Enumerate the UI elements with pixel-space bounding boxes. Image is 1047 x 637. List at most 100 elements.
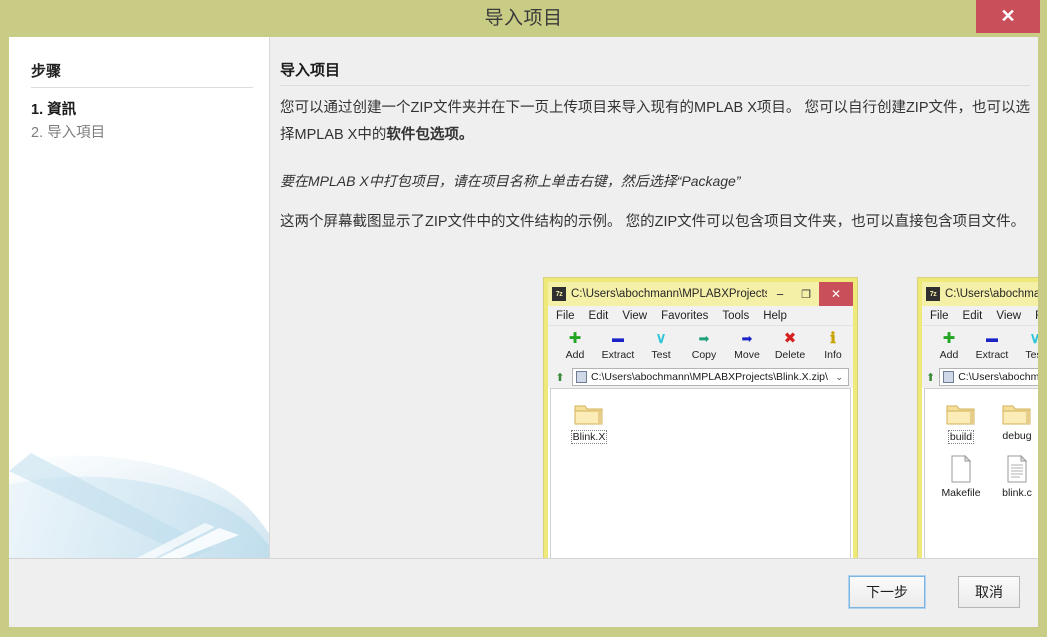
file-list-1[interactable]: Blink.X Window Snip <box>550 388 851 558</box>
chevron-down-icon[interactable]: ⌄ <box>835 372 845 383</box>
sevenzip-window-1: 7z C:\Users\abochmann\MPLABXProjects\...… <box>544 278 857 558</box>
menu-tools[interactable]: Tools <box>722 310 749 322</box>
folder-icon <box>1002 395 1032 427</box>
maximize-icon[interactable]: ❐ <box>793 282 819 306</box>
sevenz-file-icon <box>943 371 955 383</box>
address-input-2[interactable]: C:\Users\abochmann\MPLABXProjects\Blink.… <box>939 368 1038 386</box>
list-item[interactable]: debug <box>989 395 1038 444</box>
file-name: Makefile <box>941 487 981 499</box>
menu-edit[interactable]: Edit <box>589 310 609 322</box>
folder-icon <box>946 395 976 427</box>
sevenzip-window-2: 7z C:\Users\abochmann\MPLABXProjects\B..… <box>918 278 1038 558</box>
main-panel: 导入项目 您可以通过创建一个ZIP文件夹并在下一页上传项目来导入现有的MPLAB… <box>271 37 1038 558</box>
toolbar-test-label: Test <box>1025 349 1038 361</box>
toolbar-extract-label: Extract <box>601 349 635 361</box>
toolbar-move-button[interactable]: ➡ Move <box>728 328 766 362</box>
steps-sidebar: 步骤 1. 資訊 2. 导入項目 <box>9 37 270 558</box>
sidebar-step-2[interactable]: 2. 导入項目 <box>31 122 105 145</box>
sidebar-step-1[interactable]: 1. 資訊 <box>31 99 105 122</box>
steps-heading: 步骤 <box>31 63 62 80</box>
minimize-icon[interactable]: − <box>767 282 793 306</box>
blank-file-icon <box>948 452 974 484</box>
toolbar-info-button[interactable]: ℹ Info <box>814 328 852 362</box>
list-item[interactable]: blink.c <box>989 452 1038 499</box>
toolbar-copy-label: Copy <box>691 349 717 361</box>
dialog-content: 步骤 1. 資訊 2. 导入項目 导入项目 您可以通过创建一个ZIP文件夹并在下… <box>9 37 1038 627</box>
dialog-titlebar: 导入项目 ✕ <box>0 0 1047 37</box>
page-title: 导入项目 <box>280 62 341 79</box>
toolbar-delete-label: Delete <box>774 349 806 361</box>
sevenzip-menubar-1: File Edit View Favorites Tools Help <box>548 306 853 326</box>
address-input-1[interactable]: C:\Users\abochmann\MPLABXProjects\Blink.… <box>572 368 849 386</box>
toolbar-add-button[interactable]: ✚ Add <box>556 328 594 362</box>
menu-file[interactable]: File <box>930 310 949 322</box>
list-item[interactable]: Blink.X <box>559 395 619 444</box>
sevenzip-titlebar-1: 7z C:\Users\abochmann\MPLABXProjects\...… <box>548 282 853 306</box>
sevenzip-toolbar-2: ✚ Add ▬ Extract ∨ Test ➡ Copy <box>922 326 1038 366</box>
toolbar-copy-button[interactable]: ➡ Copy <box>685 328 723 362</box>
sevenzip-title-1: C:\Users\abochmann\MPLABXProjects\... <box>571 288 767 300</box>
toolbar-extract-button[interactable]: ▬ Extract <box>599 328 637 361</box>
file-list-2[interactable]: build debug Makefile blink.c <box>924 388 1038 558</box>
menu-help[interactable]: Help <box>763 310 787 322</box>
dialog-close-button[interactable]: ✕ <box>976 0 1040 33</box>
file-name: debug <box>1002 430 1032 442</box>
chevron-down-icon: ∨ <box>1029 329 1039 347</box>
toolbar-delete-button[interactable]: ✖ Delete <box>771 328 809 362</box>
toolbar-test-button[interactable]: ∨ Test <box>1016 328 1039 362</box>
sevenzip-titlebar-2: 7z C:\Users\abochmann\MPLABXProjects\B..… <box>922 282 1038 306</box>
menu-favorites[interactable]: Favorites <box>661 310 708 322</box>
toolbar-add-label: Add <box>565 349 585 361</box>
icon-grid-2: build debug Makefile blink.c <box>925 389 1038 507</box>
menu-view[interactable]: View <box>996 310 1021 322</box>
text-file-icon <box>1004 452 1030 484</box>
toolbar-add-button[interactable]: ✚ Add <box>930 328 968 362</box>
close-icon[interactable]: ✕ <box>819 282 853 306</box>
cancel-button[interactable]: 取消 <box>958 576 1020 608</box>
next-button[interactable]: 下一步 <box>849 576 925 608</box>
up-folder-icon[interactable]: ⬆ <box>552 369 568 385</box>
sevenzip-app-icon: 7z <box>926 287 940 301</box>
sevenzip-addressbar-2: ⬆ C:\Users\abochmann\MPLABXProjects\Blin… <box>922 366 1038 388</box>
address-text-2: C:\Users\abochmann\MPLABXProjects\Blink.… <box>958 371 1038 383</box>
sevenzip-addressbar-1: ⬆ C:\Users\abochmann\MPLABXProjects\Blin… <box>548 366 853 388</box>
icon-grid-1: Blink.X <box>551 389 850 452</box>
x-mark-icon: ✖ <box>783 329 797 347</box>
chevron-down-icon: ∨ <box>655 329 667 347</box>
folder-icon <box>574 395 604 427</box>
decorative-wave-graphic <box>9 453 269 558</box>
list-item[interactable]: Makefile <box>933 452 989 499</box>
up-folder-icon[interactable]: ⬆ <box>926 369 935 385</box>
steps-divider <box>31 87 253 88</box>
plus-icon: ✚ <box>568 329 582 347</box>
italic-note: 要在MPLAB X中打包项目，请在项目名称上单击右键，然后选择“Package” <box>280 173 741 189</box>
sevenzip-toolbar-1: ✚ Add ▬ Extract ∨ Test ➡ Copy ➡ Move ✖ D… <box>548 326 853 366</box>
toolbar-info-label: Info <box>824 349 842 361</box>
file-name: Blink.X <box>570 430 608 444</box>
list-item[interactable]: build <box>933 395 989 444</box>
menu-edit[interactable]: Edit <box>963 310 983 322</box>
page-title-divider <box>280 85 1030 86</box>
file-name: build <box>947 430 975 444</box>
move-arrow-icon: ➡ <box>741 330 753 346</box>
minus-icon: ▬ <box>986 331 998 345</box>
toolbar-move-label: Move <box>734 349 760 361</box>
zip-file-icon <box>576 371 587 383</box>
toolbar-test-label: Test <box>651 349 671 361</box>
copy-arrow-icon: ➡ <box>698 330 710 346</box>
toolbar-extract-label: Extract <box>975 349 1009 361</box>
menu-file[interactable]: File <box>556 310 575 322</box>
description-paragraph-2: 这两个屏幕截图显示了ZIP文件中的文件结构的示例。 您的ZIP文件可以包含项目文… <box>280 214 1026 230</box>
toolbar-test-button[interactable]: ∨ Test <box>642 328 680 362</box>
toolbar-extract-button[interactable]: ▬ Extract <box>973 328 1011 361</box>
dialog-footer: 下一步 取消 <box>9 558 1038 627</box>
file-name: blink.c <box>1002 487 1032 499</box>
plus-icon: ✚ <box>942 329 956 347</box>
menu-view[interactable]: View <box>622 310 647 322</box>
address-text-1: C:\Users\abochmann\MPLABXProjects\Blink.… <box>591 371 828 383</box>
info-icon: ℹ <box>830 329 836 347</box>
menu-favorites[interactable]: Favorites <box>1035 310 1038 322</box>
import-project-dialog: 导入项目 ✕ 步骤 1. 資訊 2. 导入項目 导入项目 您可以通过创建一个ZI… <box>0 0 1047 637</box>
sevenzip-app-icon: 7z <box>552 287 566 301</box>
steps-list: 1. 資訊 2. 导入項目 <box>31 99 105 145</box>
